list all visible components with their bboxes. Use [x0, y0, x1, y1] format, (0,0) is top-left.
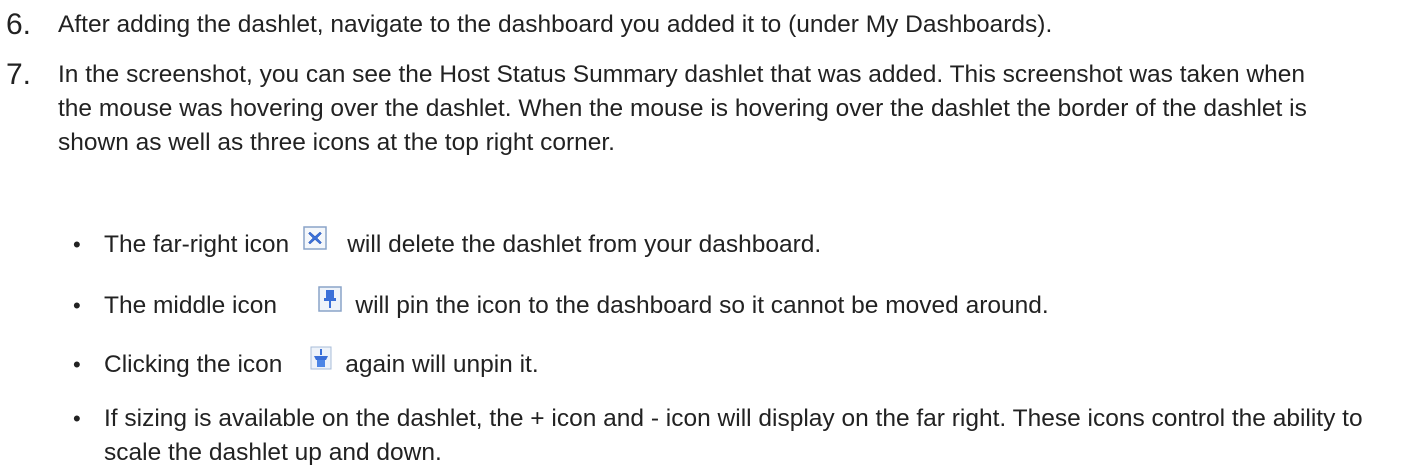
bullet-text-after: will delete the dashlet from your dashbo…: [347, 231, 822, 258]
bullet-marker: •: [73, 406, 81, 431]
bullet-text: The far-right icon will delete the dashl…: [104, 225, 1394, 262]
bullet-text-before: The middle icon: [104, 292, 277, 319]
document-page: 6. After adding the dashlet, navigate to…: [0, 0, 1401, 476]
bullet-text: Clicking the icon again will unpin it.: [104, 346, 1394, 382]
bullet-marker: •: [73, 352, 81, 377]
bullet-text-after: will pin the icon to the dashboard so it…: [355, 292, 1049, 319]
step-number: 6.: [6, 8, 32, 41]
bullet-text: If sizing is available on the dashlet, t…: [104, 405, 1363, 466]
bullet-text-before: Clicking the icon: [104, 351, 283, 378]
bullet-marker: •: [73, 293, 81, 318]
step-text: In the screenshot, you can see the Host …: [58, 61, 1307, 156]
bullet-text-before: The far-right icon: [104, 231, 290, 258]
step-text: After adding the dashlet, navigate to th…: [58, 11, 1053, 38]
bullet-text: The middle icon will pin the icon to the…: [104, 285, 1394, 323]
step-number: 7.: [6, 58, 32, 91]
bullet-text-after: again will unpin it.: [345, 351, 539, 378]
unpin-icon: [310, 346, 332, 380]
bullet-marker: •: [73, 232, 81, 257]
pin-icon: [318, 285, 342, 322]
delete-x-icon: [303, 225, 327, 260]
